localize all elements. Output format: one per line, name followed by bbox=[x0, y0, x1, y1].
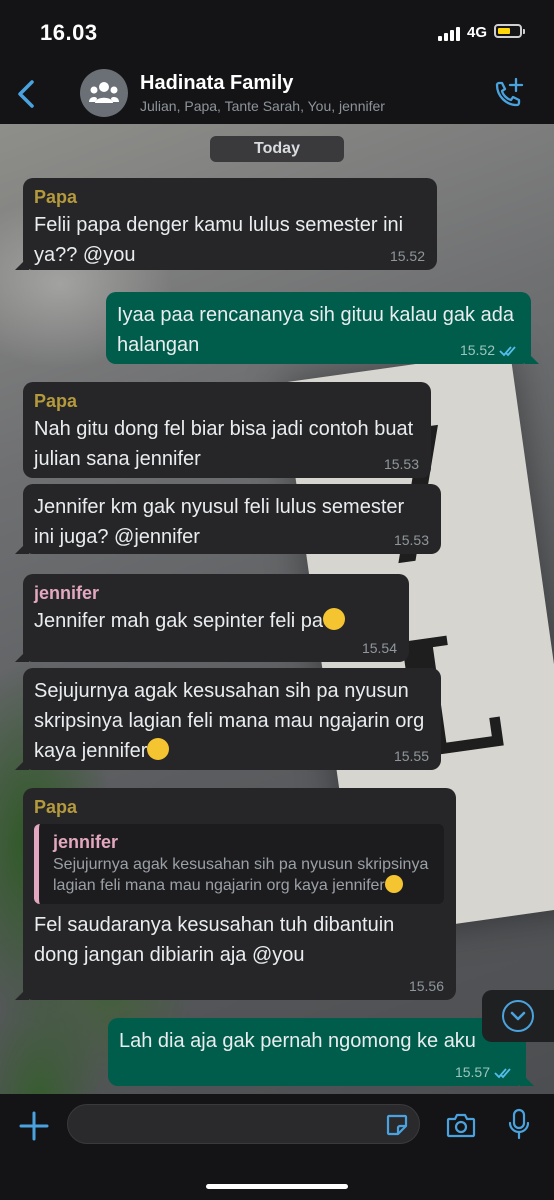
battery-icon bbox=[494, 24, 525, 38]
message-text: Iyaa paa rencananya sih gituu kalau gak … bbox=[117, 304, 514, 356]
group-icon bbox=[89, 82, 119, 103]
message-incoming[interactable]: jennifer Jennifer mah gak sepinter feli … bbox=[15, 574, 409, 662]
plus-icon[interactable] bbox=[18, 1110, 50, 1142]
read-ticks-icon bbox=[499, 346, 516, 357]
message-time: 15.55 bbox=[393, 748, 429, 764]
message-incoming[interactable]: Sejujurnya agak kesusahan sih pa nyusun … bbox=[15, 668, 441, 770]
scroll-to-bottom-button[interactable] bbox=[482, 990, 554, 1042]
sender-name: Papa bbox=[34, 187, 78, 207]
chat-area[interactable]: / L Today Papa Felii papa denger kamu lu… bbox=[0, 124, 554, 1094]
status-time: 16.03 bbox=[40, 20, 98, 45]
message-text: Nah gitu dong fel biar bisa jadi contoh … bbox=[34, 418, 414, 470]
chevron-left-icon[interactable] bbox=[14, 78, 38, 110]
quoted-message[interactable]: jennifer Sejujurnya agak kesusahan sih p… bbox=[34, 824, 444, 904]
sticker-icon[interactable] bbox=[385, 1113, 409, 1137]
group-avatar[interactable] bbox=[80, 69, 128, 117]
network-label: 4G bbox=[467, 24, 488, 41]
sender-name: Papa bbox=[34, 797, 78, 817]
status-bar: 16.03 4G bbox=[0, 0, 554, 62]
message-time: 15.53 bbox=[383, 456, 419, 472]
disappointed-face-emoji-icon bbox=[147, 738, 170, 760]
disappointed-face-emoji-icon bbox=[384, 875, 403, 893]
message-incoming[interactable]: Papa Nah gitu dong fel biar bisa jadi co… bbox=[23, 382, 431, 478]
group-participants[interactable]: Julian, Papa, Tante Sarah, You, jennifer bbox=[140, 98, 385, 114]
signal-icon bbox=[438, 27, 460, 41]
sender-name: Papa bbox=[34, 391, 78, 411]
home-indicator bbox=[206, 1184, 348, 1189]
message-outgoing[interactable]: Iyaa paa rencananya sih gituu kalau gak … bbox=[106, 292, 539, 364]
message-time: 15.57 bbox=[454, 1064, 490, 1080]
quoted-sender: jennifer bbox=[53, 832, 119, 852]
message-text: Lah dia aja gak pernah ngomong ke aku bbox=[119, 1030, 476, 1052]
message-text: Fel saudaranya kesusahan tuh dibantuin d… bbox=[34, 914, 395, 966]
message-time: 15.53 bbox=[393, 532, 429, 548]
camera-icon[interactable] bbox=[446, 1112, 476, 1138]
message-text: Jennifer km gak nyusul feli lulus semest… bbox=[34, 496, 405, 548]
message-outgoing[interactable]: Lah dia aja gak pernah ngomong ke aku 15… bbox=[108, 1018, 534, 1086]
message-time: 15.54 bbox=[361, 640, 397, 656]
chat-header: Hadinata Family Julian, Papa, Tante Sara… bbox=[0, 62, 554, 124]
message-incoming[interactable]: Jennifer km gak nyusul feli lulus semest… bbox=[15, 484, 441, 554]
date-divider: Today bbox=[210, 136, 344, 162]
message-time: 15.56 bbox=[408, 978, 444, 994]
add-call-icon[interactable] bbox=[490, 76, 526, 112]
message-incoming[interactable]: Papa Felii papa denger kamu lulus semest… bbox=[15, 178, 437, 270]
message-time: 15.52 bbox=[459, 342, 495, 358]
message-text: Sejujurnya agak kesusahan sih pa nyusun … bbox=[34, 680, 425, 762]
message-incoming-reply[interactable]: Papa jennifer Sejujurnya agak kesusahan … bbox=[15, 788, 456, 1000]
scroll-down-icon bbox=[502, 1000, 534, 1032]
microphone-icon[interactable] bbox=[508, 1108, 530, 1140]
read-ticks-icon bbox=[494, 1068, 511, 1079]
group-title[interactable]: Hadinata Family bbox=[140, 72, 293, 95]
sender-name: jennifer bbox=[34, 583, 100, 603]
message-text: Jennifer mah gak sepinter feli pa bbox=[34, 610, 324, 632]
message-text: Felii papa denger kamu lulus semester in… bbox=[34, 214, 404, 266]
pleading-face-emoji-icon bbox=[323, 608, 346, 630]
message-input[interactable] bbox=[67, 1104, 420, 1144]
quoted-text: Sejujurnya agak kesusahan sih pa nyusun … bbox=[53, 856, 429, 894]
message-time: 15.52 bbox=[389, 248, 425, 264]
